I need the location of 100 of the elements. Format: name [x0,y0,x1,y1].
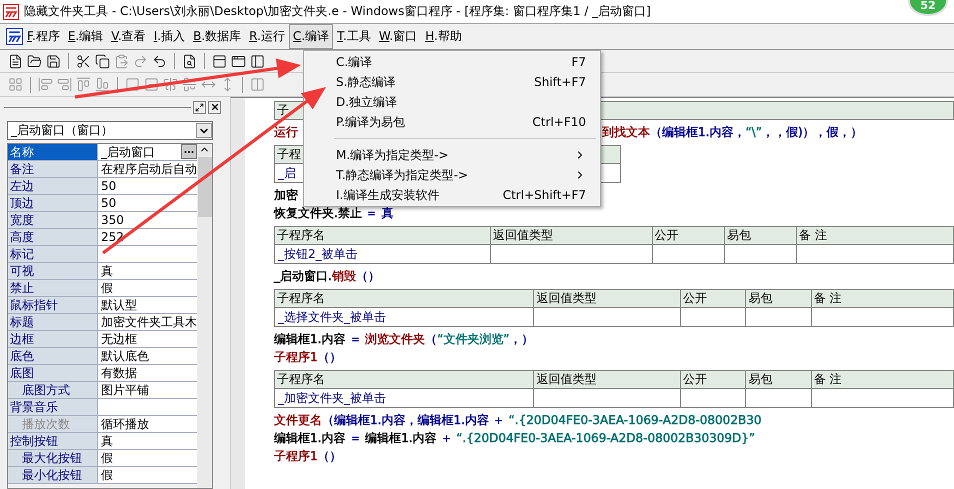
menu-item[interactable]: I.编译生成安装软件 Ctrl+Shift+F7 [304,185,600,205]
grid-icon[interactable] [8,77,23,92]
align-top-icon[interactable] [76,77,91,92]
property-name[interactable]: 顶边 [8,195,98,211]
property-name[interactable]: 鼠标指针 [8,297,98,313]
code-text: ，） [510,331,534,348]
menu-item[interactable]: C.编译 [288,24,334,49]
property-value[interactable]: 350 [98,212,197,228]
cut-icon[interactable] [76,54,91,68]
menu-item[interactable]: C.编译 F7 [304,52,600,72]
code-text: 恢复文件夹.禁止 [274,205,362,222]
property-value[interactable]: 假 [98,450,197,466]
property-name[interactable]: 名称 [8,144,98,160]
property-value[interactable]: 50 [98,178,197,194]
restore-icon [195,102,204,112]
table-cell: _选择文件夹_被单击 [274,308,534,326]
align-bottom-icon[interactable] [95,77,110,92]
property-value[interactable]: 无边框 [98,331,197,347]
property-value[interactable]: 图片平铺 [98,382,197,398]
scrollbar[interactable] [197,144,212,488]
dropdown-button[interactable] [196,123,212,138]
menu-item[interactable]: H.帮助 [421,24,466,49]
property-name[interactable]: 备注 [8,161,98,177]
code-text: （） [318,349,342,366]
table-header-cell: 子程序名 [274,290,534,308]
code-text: 编辑框1.内容 [274,331,346,348]
menu-item[interactable]: S.静态编译 Shift+F7 [304,72,600,92]
code-text: ＋ [439,430,454,447]
property-name[interactable]: 控制按钮 [8,433,98,449]
property-value[interactable]: 真 [98,433,197,449]
code-text: 运行 [274,124,298,141]
object-selector[interactable]: _启动窗口（窗口） [7,121,213,140]
property-name[interactable]: 禁止 [8,280,98,296]
property-name[interactable]: 最小化按钮 [8,467,98,483]
property-value[interactable] [98,246,197,262]
ellipsis-button[interactable] [181,144,197,159]
property-value[interactable]: 在程序启动后自动 [98,161,197,177]
property-value[interactable]: 默认型 [98,297,197,313]
window-layout-icon[interactable] [231,54,246,68]
new-file-icon[interactable] [8,54,23,68]
table-cell [680,388,746,408]
property-name[interactable]: 标记 [8,246,98,262]
menu-item[interactable]: R.运行 [245,24,289,49]
window-layout-icon[interactable] [250,54,265,68]
menu-item[interactable]: W.窗口 [374,24,422,49]
close-button[interactable] [208,100,221,114]
property-value[interactable]: 有数据 [98,365,197,381]
code-text: （编辑框1.内容，编辑框1.内容 ＋ [322,412,506,429]
restore-button[interactable] [193,100,206,114]
code-text: 编辑框1.内容 [274,430,346,447]
window-layout-icon[interactable] [212,54,227,68]
property-value[interactable]: 假 [98,467,197,483]
property-value[interactable]: 50 [98,195,197,211]
align-left-icon[interactable] [38,77,53,92]
align-right-icon[interactable] [57,77,72,92]
menu-item[interactable]: E.编辑 [64,24,108,49]
columns-icon[interactable] [250,77,265,92]
menu-item[interactable]: T.工具 [333,24,375,49]
code-text: 到找文本 [602,124,650,141]
property-name[interactable]: 底图 [8,365,98,381]
find-icon[interactable] [182,54,197,68]
menu-item[interactable]: V.查看 [107,24,150,49]
close-icon [210,102,220,112]
property-name[interactable]: 宽度 [8,212,98,228]
property-value[interactable]: 真 [98,263,197,279]
property-value[interactable]: 默认底色 [98,348,197,364]
code-text: ，，假)），假，） [762,124,863,141]
property-name[interactable]: 底图方式 [8,382,98,398]
folder-icon[interactable] [27,54,42,68]
table-cell [746,308,812,326]
code-text: （ [425,331,438,348]
save-icon[interactable] [46,54,61,68]
code-text: ＝ [348,331,362,348]
menu-item[interactable]: B.数据库 [189,24,246,49]
menu-item[interactable]: M.编译为指定类型-> [304,145,600,165]
table-header-cell: 返回值类型 [534,290,681,308]
undo-icon[interactable] [152,54,167,68]
menu-item[interactable]: F.程序 [23,24,64,49]
menu-item[interactable]: T.静态编译为指定类型-> [304,165,600,185]
square-icon[interactable] [144,77,159,92]
property-name[interactable]: 背景音乐 [8,399,98,415]
code-text: 子程序1 [274,349,318,366]
property-name[interactable]: 标题 [8,314,98,330]
property-name[interactable]: 可视 [8,263,98,279]
scrollbar-thumb[interactable] [198,157,212,217]
table-header-cell: 返回值类型 [490,226,652,244]
code-text: “\” [745,124,762,141]
property-name[interactable]: 底色 [8,348,98,364]
property-name[interactable]: 高度 [8,229,98,245]
code-text: “.{20D04FE0-3AEA-1069-A2D8-08002B30309D}” [456,430,756,447]
property-name[interactable]: 最大化按钮 [8,450,98,466]
property-name[interactable]: 边框 [8,331,98,347]
property-value[interactable]: 假 [98,280,197,296]
property-value[interactable]: 加密文件夹工具木 [98,314,197,330]
copy-icon[interactable] [95,54,110,68]
window-title: 隐藏文件夹工具 - C:\Users\刘永丽\Desktop\加密文件夹.e - Windows窗口程序 - [程序集: 窗口程序集1 / _启动窗口] [24,3,651,20]
property-name[interactable]: 左边 [8,178,98,194]
menu-item[interactable]: I.插入 [150,24,190,49]
code-text: 加密 [274,187,298,204]
property-value[interactable]: _启动窗口 [98,144,197,160]
